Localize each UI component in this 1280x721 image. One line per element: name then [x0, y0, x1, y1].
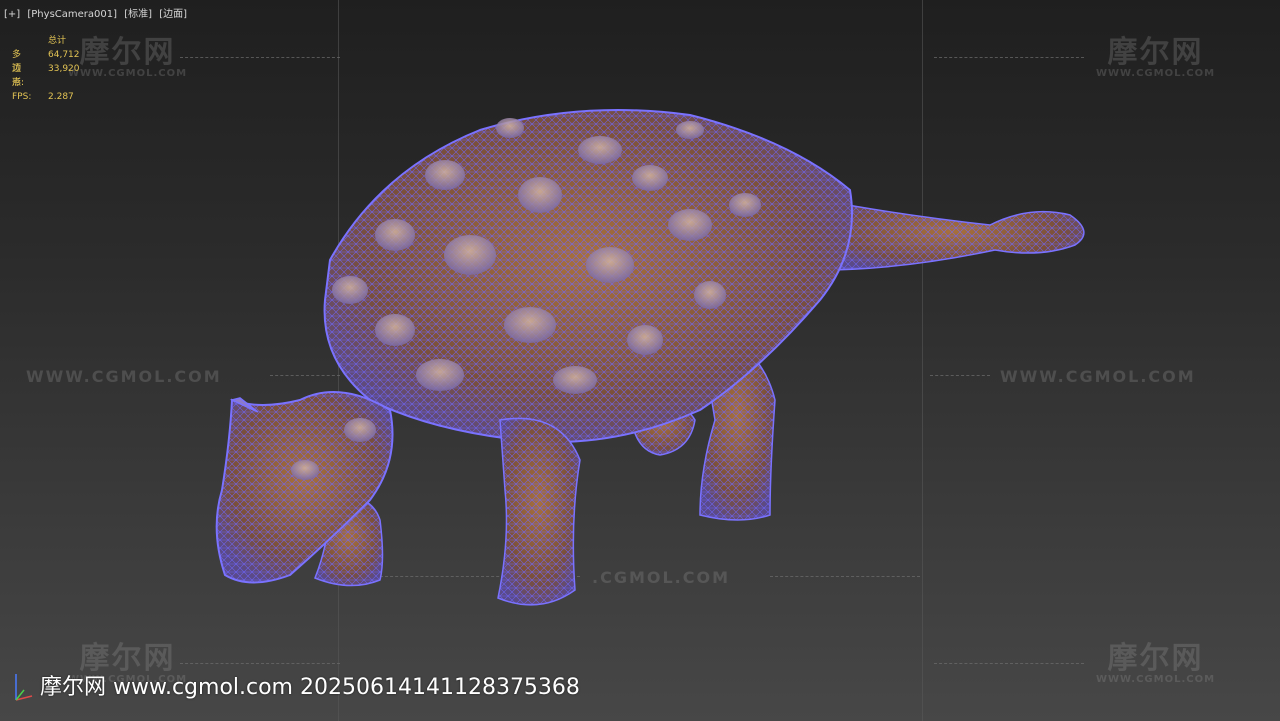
stats-header: 总计	[48, 36, 67, 46]
viewport-camera-label[interactable]: [PhysCamera001]	[27, 9, 117, 20]
stats-vertices-label: 顶点:	[12, 64, 25, 88]
footer-watermark-text: 摩尔网 www.cgmol.com 20250614141128375368	[40, 675, 580, 700]
3d-viewport[interactable]: 摩尔网 WWW.CGMOL.COM 摩尔网 WWW.CGMOL.COM 摩尔网 …	[0, 0, 1280, 721]
stats-fps-label: FPS:	[12, 92, 32, 102]
stats-fps-value: 2.287	[48, 92, 74, 102]
stats-polygons-value: 64,712	[48, 50, 80, 60]
tail	[819, 199, 1085, 271]
viewport-display-label[interactable]: [边面]	[159, 9, 187, 20]
viewport-menu-plus[interactable]: [+]	[4, 9, 20, 20]
axis-gizmo-icon	[15, 674, 33, 701]
stats-vertices-value: 33,920	[48, 64, 80, 74]
wireframe-dinosaur-model[interactable]	[0, 0, 1280, 721]
viewport-shading-label[interactable]: [标准]	[124, 9, 152, 20]
viewport-label-bar[interactable]: [+] [PhysCamera001] [标准] [边面]	[4, 5, 191, 20]
